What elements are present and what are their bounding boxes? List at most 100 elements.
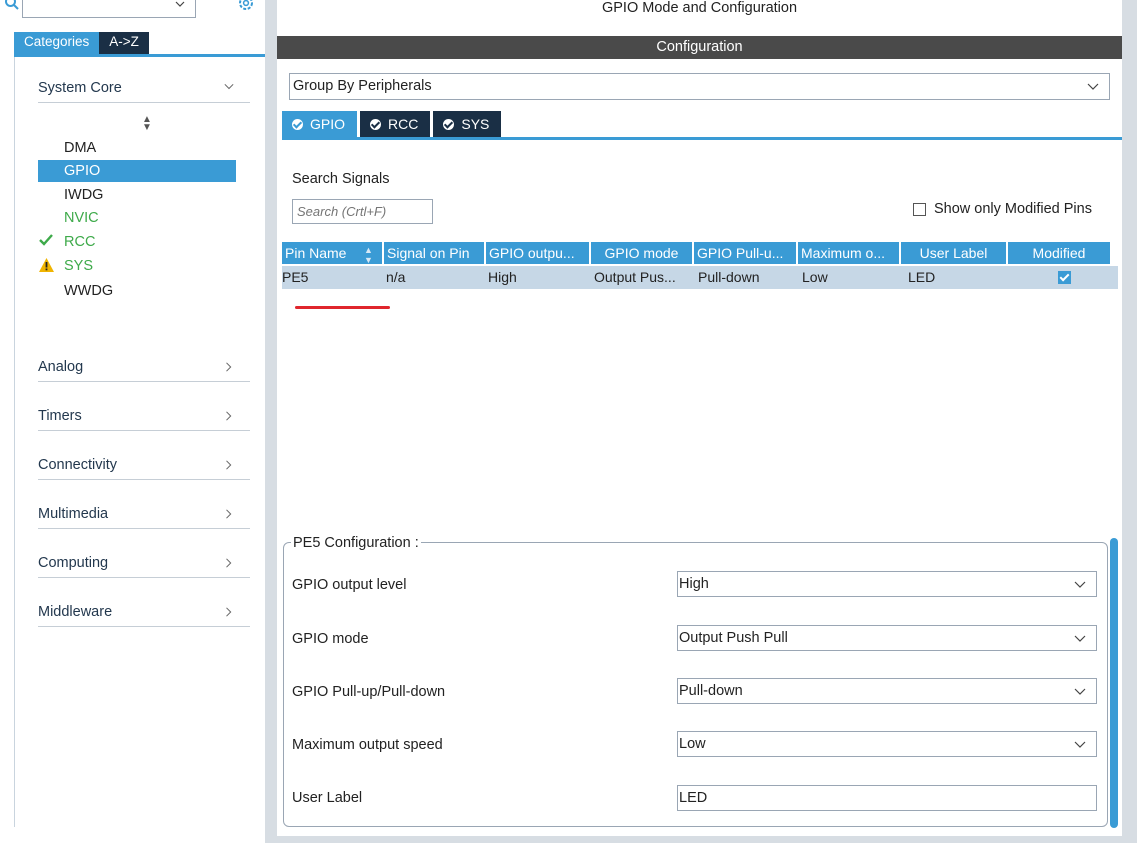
chevron-right-icon	[226, 509, 232, 519]
check-circle-icon	[443, 118, 455, 130]
right-area: GPIO Mode and Configuration Configuratio…	[265, 0, 1137, 843]
system-core-item-iwdg[interactable]: IWDG	[38, 184, 236, 208]
page-title: GPIO Mode and Configuration	[601, 0, 798, 16]
item-label: NVIC	[64, 210, 99, 226]
cell-max-speed: Low	[802, 269, 828, 285]
system-core-item-gpio[interactable]: GPIO	[38, 160, 236, 182]
cell-gpio-pull: Pull-down	[698, 269, 760, 285]
system-core-item-nvic[interactable]: NVIC	[38, 207, 236, 231]
chevron-right-icon	[226, 460, 232, 470]
checkbox[interactable]	[913, 202, 926, 216]
output-level-label: GPIO output level	[292, 577, 407, 593]
category-label: Multimedia	[38, 506, 109, 522]
component-search-input[interactable]	[22, 0, 196, 18]
category-analog[interactable]: Analog	[38, 349, 250, 382]
category-label: Computing	[38, 555, 109, 571]
search-signals-input[interactable]	[292, 199, 433, 224]
item-label: RCC	[64, 234, 96, 250]
tab-underline	[282, 137, 1122, 140]
tab-sys[interactable]: SYS	[433, 111, 502, 137]
modified-checkbox[interactable]	[1058, 271, 1071, 284]
sort-icon: ▲ ▼	[364, 245, 373, 264]
divider	[14, 57, 15, 827]
group-by-select[interactable]: Group By Peripherals	[289, 73, 1110, 100]
category-system-core[interactable]: System Core	[38, 70, 250, 103]
table-row[interactable]: PE5 n/a High Output Pus... Pull-down Low…	[282, 266, 1118, 289]
check-icon	[39, 234, 53, 246]
chevron-down-icon	[1087, 83, 1099, 90]
tab-a-z[interactable]: A->Z	[99, 32, 149, 54]
chevron-right-icon	[226, 362, 232, 372]
item-label: SYS	[64, 258, 94, 274]
user-label-label: User Label	[292, 790, 363, 806]
column-header-max-speed[interactable]: Maximum o...	[798, 242, 899, 264]
left-panel: Categories A->Z System Core ▲ ▼ DMA GPIO …	[0, 0, 265, 843]
system-core-item-rcc[interactable]: RCC	[38, 231, 236, 255]
item-label: WWDG	[64, 283, 114, 299]
tab-label: RCC	[388, 116, 419, 132]
speed-select[interactable]: Low	[677, 731, 1097, 757]
cell-gpio-output: High	[488, 269, 517, 285]
tab-gpio[interactable]: GPIO	[282, 111, 358, 137]
gpio-config-panel: GPIO Mode and Configuration Configuratio…	[277, 0, 1122, 836]
column-header-gpio-pull[interactable]: GPIO Pull-u...	[694, 242, 796, 264]
column-header-user-label[interactable]: User Label	[901, 242, 1006, 264]
config-scrollbar[interactable]	[1110, 538, 1118, 828]
cell-modified	[1013, 266, 1116, 289]
column-header-modified[interactable]: Modified	[1008, 242, 1110, 264]
system-core-item-wwdg[interactable]: WWDG	[38, 280, 236, 304]
column-header-gpio-mode[interactable]: GPIO mode	[591, 242, 692, 264]
chevron-down-icon	[1074, 581, 1086, 588]
item-label: GPIO	[64, 163, 101, 179]
gpio-mode-label: GPIO mode	[292, 631, 369, 647]
column-header-pin-name[interactable]: Pin Name ▲ ▼	[282, 242, 382, 264]
item-label: IWDG	[64, 187, 104, 203]
category-label: Timers	[38, 408, 82, 424]
pull-value: Pull-down	[679, 683, 743, 699]
chevron-down-icon	[224, 83, 234, 90]
cell-user-label: LED	[908, 269, 936, 285]
pull-select[interactable]: Pull-down	[677, 678, 1097, 704]
pin-table-header: Pin Name ▲ ▼ Signal on Pin GPIO outpu... …	[282, 242, 1112, 264]
item-label: DMA	[64, 140, 97, 156]
gpio-mode-select[interactable]: Output Push Pull	[677, 625, 1097, 651]
output-level-select[interactable]: High	[677, 571, 1097, 597]
group-by-value: Group By Peripherals	[293, 78, 432, 94]
checkbox-label: Show only Modified Pins	[934, 201, 1092, 217]
chevron-down-icon[interactable]	[175, 0, 185, 9]
tab-label: SYS	[461, 116, 490, 132]
sort-icon[interactable]: ▲ ▼	[142, 115, 152, 133]
search-icon[interactable]	[5, 0, 19, 10]
category-middleware[interactable]: Middleware	[38, 594, 250, 627]
header-label: Pin Name	[285, 245, 347, 261]
column-header-gpio-output[interactable]: GPIO outpu...	[486, 242, 589, 264]
chevron-right-icon	[226, 411, 232, 421]
peripheral-tabs: GPIO RCC SYS	[282, 111, 504, 137]
left-tabbar: Categories A->Z	[14, 32, 149, 54]
chevron-down-icon	[1074, 688, 1086, 695]
category-label: Connectivity	[38, 457, 117, 473]
category-connectivity[interactable]: Connectivity	[38, 447, 250, 480]
user-label-value: LED	[679, 790, 708, 806]
window-edge	[1122, 0, 1137, 843]
chevron-right-icon	[226, 607, 232, 617]
tab-categories[interactable]: Categories	[14, 32, 100, 54]
user-label-input[interactable]: LED	[677, 785, 1097, 811]
category-multimedia[interactable]: Multimedia	[38, 496, 250, 529]
category-label: Analog	[38, 359, 84, 375]
show-only-modified-toggle[interactable]: Show only Modified Pins	[913, 201, 1092, 217]
category-timers[interactable]: Timers	[38, 398, 250, 431]
gpio-mode-value: Output Push Pull	[679, 630, 788, 646]
system-core-item-sys[interactable]: SYS	[38, 255, 236, 279]
category-computing[interactable]: Computing	[38, 545, 250, 578]
chevron-right-icon	[226, 558, 232, 568]
cell-gpio-mode: Output Pus...	[594, 269, 676, 285]
tab-rcc[interactable]: RCC	[360, 111, 431, 137]
pull-label: GPIO Pull-up/Pull-down	[292, 684, 446, 700]
column-header-signal[interactable]: Signal on Pin	[384, 242, 484, 264]
tab-underline	[14, 54, 265, 57]
gear-icon[interactable]	[236, 0, 256, 12]
warning-icon	[39, 258, 54, 272]
output-level-value: High	[679, 576, 709, 592]
system-core-item-dma[interactable]: DMA	[38, 137, 236, 161]
